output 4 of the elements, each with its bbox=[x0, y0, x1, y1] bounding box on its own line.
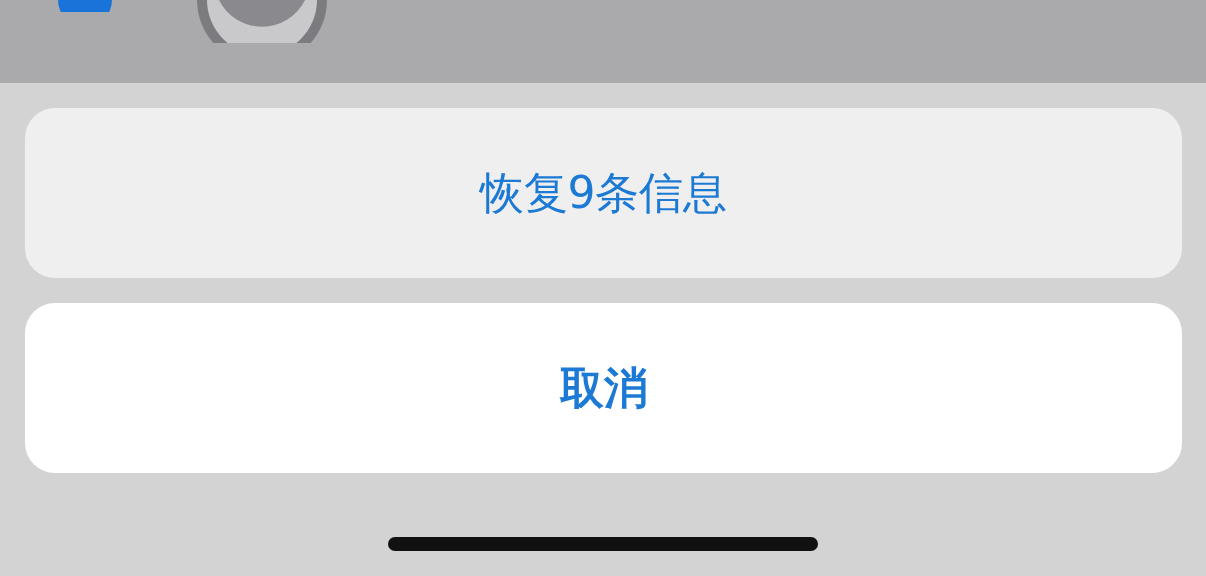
cancel-button[interactable]: 取消 bbox=[25, 303, 1182, 473]
avatar-icon bbox=[197, 0, 327, 43]
restore-button[interactable]: 恢复9条信息 bbox=[25, 108, 1182, 278]
home-indicator[interactable] bbox=[388, 537, 818, 551]
